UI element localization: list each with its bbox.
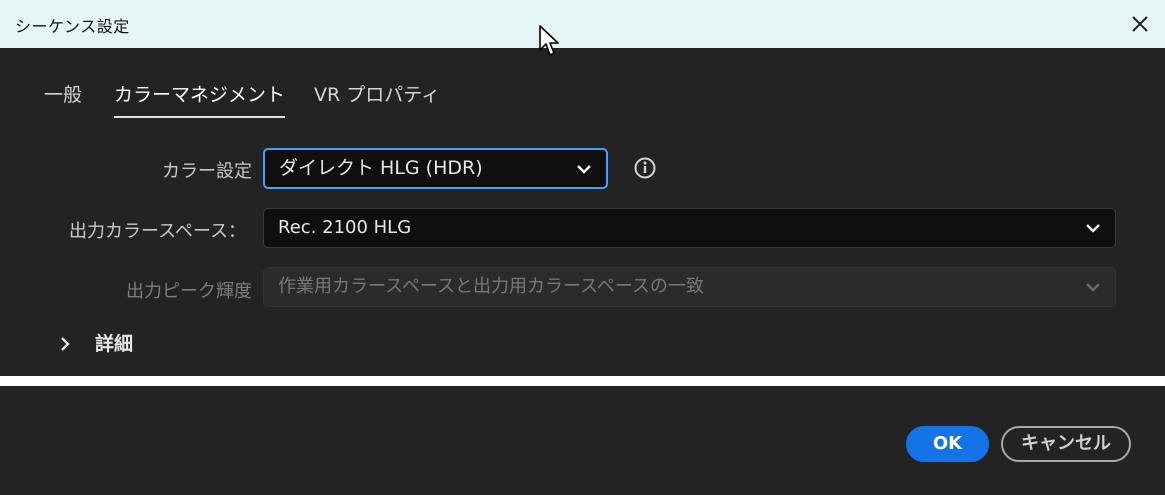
info-icon[interactable] [633,156,657,180]
close-icon[interactable] [1127,11,1153,37]
color-setting-value: ダイレクト HLG (HDR) [279,157,483,179]
output-color-space-dropdown[interactable]: Rec. 2100 HLG [263,208,1116,248]
tab-bar: 一般 カラーマネジメント VR プロパティ [0,80,1165,120]
mouse-cursor-icon [539,25,559,56]
output-peak-luminance-value: 作業用カラースペースと出力用カラースペースの一致 [278,276,704,297]
chevron-down-icon [577,165,591,174]
cancel-button[interactable]: キャンセル [1001,426,1131,462]
tab-general[interactable]: 一般 [44,80,82,116]
chevron-right-icon [61,337,70,351]
details-label: 詳細 [95,333,134,355]
ok-button[interactable]: OK [906,426,989,462]
output-peak-luminance-dropdown: 作業用カラースペースと出力用カラースペースの一致 [263,267,1116,307]
color-setting-label: カラー設定 [162,161,252,182]
output-peak-luminance-label: 出力ピーク輝度 [126,281,252,302]
title-bar: シーケンス設定 [0,0,1165,48]
output-color-space-value: Rec. 2100 HLG [278,217,412,238]
chevron-down-icon [1086,283,1100,292]
button-bar [0,386,1165,495]
color-setting-dropdown[interactable]: ダイレクト HLG (HDR) [263,148,608,189]
tab-color-management[interactable]: カラーマネジメント [114,80,286,118]
chevron-down-icon [1086,224,1100,233]
tab-vr-properties[interactable]: VR プロパティ [314,80,440,116]
output-color-space-label: 出力カラースペース： [69,221,246,242]
window-title: シーケンス設定 [15,17,130,36]
